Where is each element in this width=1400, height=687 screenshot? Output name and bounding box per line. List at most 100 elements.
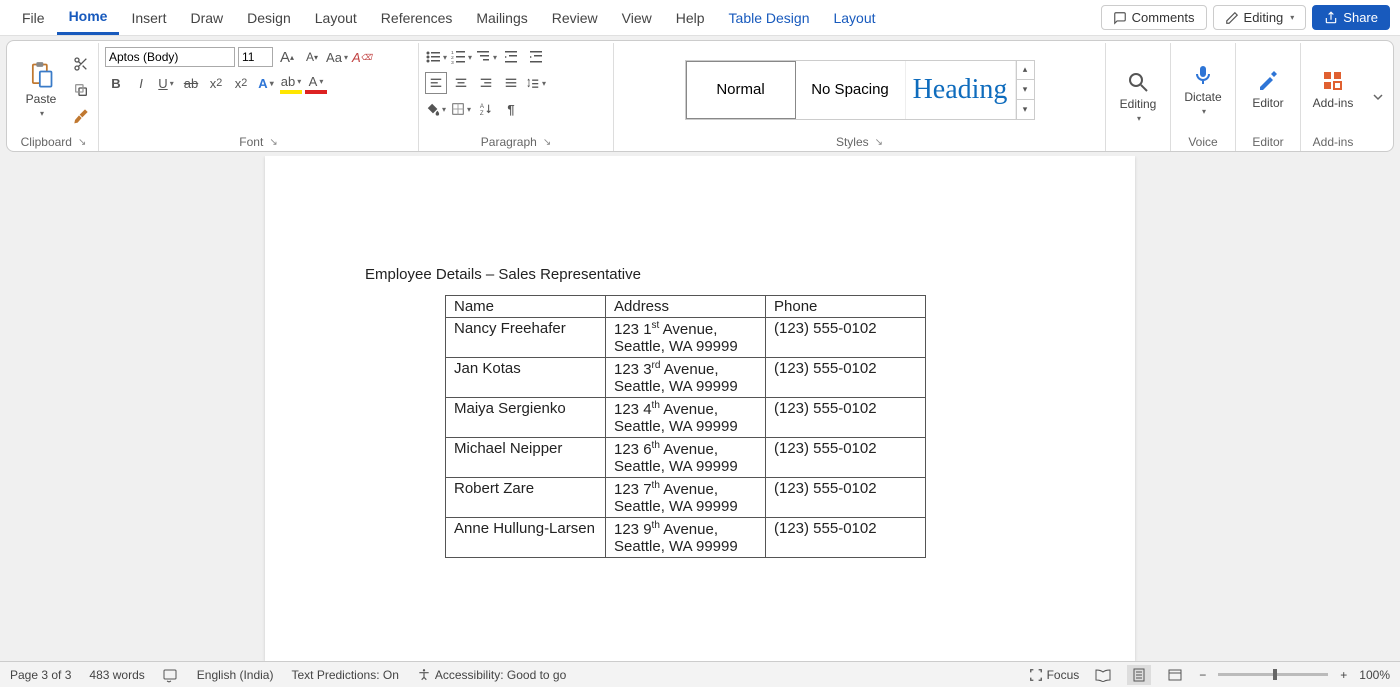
print-layout-button[interactable] [1127,665,1151,685]
justify-button[interactable] [500,72,522,94]
table-row[interactable]: Jan Kotas123 3rd Avenue,Seattle, WA 9999… [446,358,926,398]
decrease-indent-button[interactable] [500,46,522,68]
table-row[interactable]: Anne Hullung-Larsen123 9th Avenue,Seattl… [446,518,926,558]
italic-button[interactable]: I [130,72,152,94]
gallery-more[interactable]: ▾ [1017,100,1034,119]
mic-icon [1191,63,1215,87]
font-name-input[interactable] [105,47,235,67]
numbering-button[interactable]: 123▾ [450,46,472,68]
copy-button[interactable] [70,79,92,101]
tab-help[interactable]: Help [664,2,717,34]
increase-indent-button[interactable] [525,46,547,68]
editing-find-button[interactable]: Editing ▾ [1112,66,1164,127]
subscript-button[interactable]: x2 [205,72,227,94]
font-color-button[interactable]: A▾ [305,72,327,94]
tab-table-design[interactable]: Table Design [717,2,822,34]
clipboard-group: Paste ▾ Clipboard ↘ [9,43,99,151]
ribbon-tabs: FileHomeInsertDrawDesignLayoutReferences… [0,0,1400,36]
borders-button[interactable]: ▾ [450,98,472,120]
superscript-button[interactable]: x2 [230,72,252,94]
tab-home[interactable]: Home [57,0,120,35]
bold-button[interactable]: B [105,72,127,94]
editor-icon [1256,69,1280,93]
style-normal[interactable]: Normal [686,61,796,119]
tab-insert[interactable]: Insert [119,2,178,34]
sort-button[interactable]: AZ [475,98,497,120]
font-group: A▴ A▾ Aa▾ A⌫ B I U▾ ab x2 x2 A▾ ab▾ A▾ F… [99,43,419,151]
text-effects-button[interactable]: A▾ [255,72,277,94]
tab-mailings[interactable]: Mailings [464,2,539,34]
align-right-button[interactable] [475,72,497,94]
web-layout-button[interactable] [1163,665,1187,685]
column-header[interactable]: Phone [766,296,926,318]
page-indicator[interactable]: Page 3 of 3 [10,668,71,682]
paste-button[interactable]: Paste ▾ [15,57,67,122]
editing-mode-button[interactable]: Editing ▾ [1213,5,1307,30]
bullets-button[interactable]: ▾ [425,46,447,68]
zoom-in-button[interactable]: + [1340,668,1347,682]
document-page[interactable]: Employee Details – Sales Representative … [265,156,1135,661]
tab-references[interactable]: References [369,2,465,34]
table-row[interactable]: Robert Zare123 7th Avenue,Seattle, WA 99… [446,478,926,518]
format-painter-button[interactable] [70,105,92,127]
paste-icon [27,61,55,89]
accessibility-status[interactable]: Accessibility: Good to go [417,668,566,682]
show-marks-button[interactable]: ¶ [500,98,522,120]
table-row[interactable]: Nancy Freehafer123 1st Avenue,Seattle, W… [446,318,926,358]
underline-button[interactable]: U▾ [155,72,177,94]
styles-launcher[interactable]: ↘ [875,137,883,148]
dictate-button[interactable]: Dictate ▾ [1177,59,1229,120]
multilevel-list-button[interactable]: ▾ [475,46,497,68]
word-count[interactable]: 483 words [89,668,144,682]
doc-heading[interactable]: Employee Details – Sales Representative [365,266,1035,283]
column-header[interactable]: Name [446,296,606,318]
employee-table[interactable]: NameAddressPhone Nancy Freehafer123 1st … [445,295,926,558]
gallery-up[interactable]: ▴ [1017,61,1034,81]
editor-button[interactable]: Editor [1242,65,1294,114]
spell-check-icon[interactable] [163,667,179,683]
change-case-button[interactable]: Aa▾ [326,46,348,68]
align-center-button[interactable] [450,72,472,94]
shading-button[interactable]: ▾ [425,98,447,120]
chevron-down-icon: ▾ [40,109,44,118]
shrink-font-button[interactable]: A▾ [301,46,323,68]
clipboard-launcher[interactable]: ↘ [78,137,86,148]
font-size-input[interactable] [238,47,273,67]
tab-draw[interactable]: Draw [178,2,235,34]
tab-design[interactable]: Design [235,2,303,34]
tab-layout[interactable]: Layout [821,2,887,34]
style-heading[interactable]: Heading [906,61,1016,119]
align-left-button[interactable] [425,72,447,94]
addins-button[interactable]: Add-ins [1307,65,1359,114]
document-area[interactable]: Employee Details – Sales Representative … [0,156,1400,661]
read-mode-button[interactable] [1091,665,1115,685]
language-indicator[interactable]: English (India) [197,668,274,682]
gallery-down[interactable]: ▾ [1017,80,1034,100]
zoom-level[interactable]: 100% [1359,668,1390,682]
highlight-button[interactable]: ab▾ [280,72,302,94]
voice-group: Dictate ▾ Voice [1171,43,1236,151]
table-row[interactable]: Maiya Sergienko123 4th Avenue,Seattle, W… [446,398,926,438]
clear-formatting-button[interactable]: A⌫ [351,46,373,68]
font-launcher[interactable]: ↘ [269,137,277,148]
text-predictions[interactable]: Text Predictions: On [291,668,398,682]
column-header[interactable]: Address [606,296,766,318]
tab-file[interactable]: File [10,2,57,34]
tab-view[interactable]: View [610,2,664,34]
focus-mode-button[interactable]: Focus [1029,668,1080,682]
strikethrough-button[interactable]: ab [180,72,202,94]
line-spacing-button[interactable]: ▾ [525,72,547,94]
share-button[interactable]: Share [1312,5,1390,30]
tab-review[interactable]: Review [540,2,610,34]
collapse-ribbon-button[interactable] [1365,43,1391,151]
tab-layout[interactable]: Layout [303,2,369,34]
zoom-out-button[interactable]: − [1199,668,1206,682]
cut-button[interactable] [70,53,92,75]
zoom-slider[interactable] [1218,673,1328,676]
grow-font-button[interactable]: A▴ [276,46,298,68]
comments-button[interactable]: Comments [1101,5,1207,30]
paragraph-launcher[interactable]: ↘ [543,137,551,148]
table-row[interactable]: Michael Neipper123 6th Avenue,Seattle, W… [446,438,926,478]
pencil-icon [1225,11,1239,25]
style-no-spacing[interactable]: No Spacing [796,61,906,119]
